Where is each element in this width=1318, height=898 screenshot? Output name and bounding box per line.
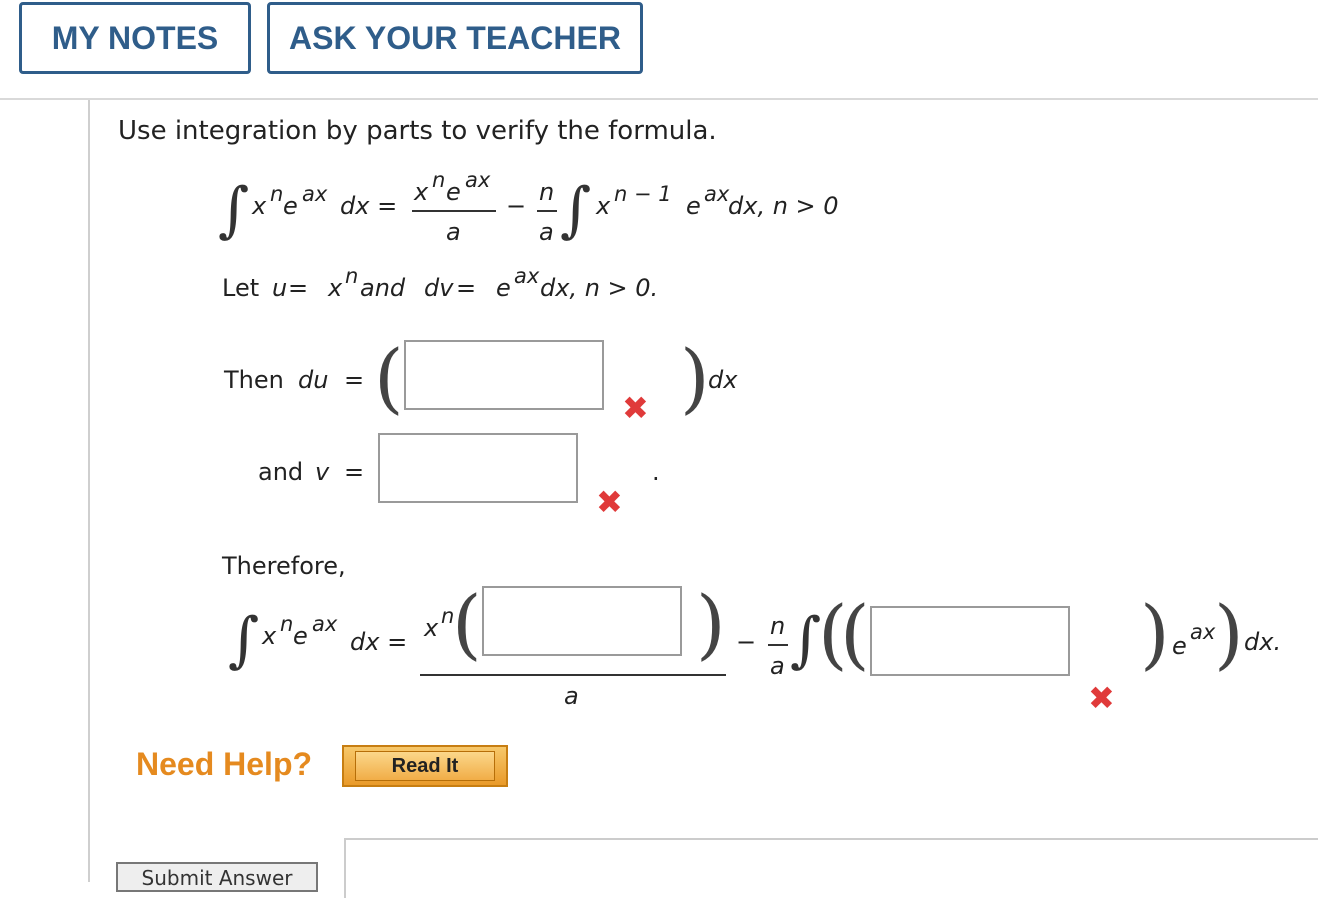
final-ax: ax (312, 612, 338, 636)
frac1-num-x: x (414, 178, 429, 206)
dv-var: dv (424, 274, 454, 302)
du-var: du (298, 366, 329, 394)
read-it-button[interactable]: Read It (342, 745, 508, 787)
final-x: x (262, 622, 277, 650)
final-e: e (293, 622, 308, 650)
ask-your-teacher-button[interactable]: ASK YOUR TEACHER (267, 2, 643, 74)
eq2: = (456, 274, 477, 302)
header-divider (0, 98, 1318, 100)
frac2-den: a (539, 218, 554, 246)
final-outer-close-paren: ) (1214, 589, 1244, 678)
final-integral-sign-2: ∫ (790, 605, 822, 675)
du-input[interactable] (404, 340, 604, 410)
final-dx-end: dx. (1244, 628, 1282, 656)
read-it-label: Read It (355, 751, 495, 781)
frac2-num: n (539, 178, 555, 206)
formula-dx-eq: dx = (340, 192, 398, 220)
final-frac-bar (768, 644, 788, 646)
and-v-text: and (258, 458, 304, 486)
formula-integrand-ax: ax (302, 182, 328, 206)
v-period: . (652, 458, 660, 486)
final-inner-close-paren: ) (1140, 589, 1170, 678)
final-inner-open-paren: ( (840, 589, 870, 678)
final-close-paren: ) (696, 579, 726, 668)
and-text: and (360, 274, 406, 302)
question-prompt: Use integration by parts to verify the f… (118, 116, 717, 146)
formula-integrand-n: n (270, 182, 284, 206)
frac2-bar (537, 210, 557, 212)
final-input-1[interactable] (482, 586, 682, 656)
xn-x: x (328, 274, 343, 302)
need-help-label: Need Help? (136, 746, 313, 782)
therefore-text: Therefore, (222, 552, 346, 580)
final-n: n (280, 612, 294, 636)
rhs-tail: dx, n > 0 (728, 192, 839, 220)
formula-integrand-e: e (283, 192, 298, 220)
frac1-num-ax: ax (465, 168, 491, 192)
du-close-paren: ) (680, 333, 710, 422)
xn-n: n (345, 264, 359, 288)
rhs-exp: n − 1 (614, 182, 672, 206)
integral-sign: ∫ (218, 175, 250, 245)
content-left-border (88, 100, 90, 882)
rhs-x: x (596, 192, 611, 220)
formula-minus: − (506, 192, 527, 220)
du-open-paren: ( (374, 333, 404, 422)
frac1-bar (412, 210, 496, 212)
bottom-panel (344, 838, 1318, 898)
frac1-den: a (446, 218, 461, 246)
du-eq: = (344, 366, 365, 394)
u-var: u (272, 274, 288, 302)
final-den: a (564, 682, 579, 710)
v-input[interactable] (378, 433, 578, 503)
final-fraction-bar (420, 674, 726, 676)
frac1-num-n: n (432, 168, 446, 192)
submit-answer-button[interactable]: Submit Answer (116, 862, 318, 892)
du-incorrect-icon: ✖ (622, 389, 649, 427)
final-incorrect-icon: ✖ (1088, 679, 1115, 717)
v-incorrect-icon: ✖ (596, 483, 623, 521)
v-var: v (315, 458, 330, 486)
my-notes-button[interactable]: MY NOTES (19, 2, 251, 74)
sub-tail: dx, n > 0. (540, 274, 659, 302)
final-open-paren: ( (452, 579, 482, 668)
final-num-x: x (424, 614, 439, 642)
formula-integrand-x: x (252, 192, 267, 220)
final-minus: − (736, 628, 757, 656)
final-frac-den: a (770, 652, 785, 680)
final-ax2: ax (1190, 620, 1216, 644)
du-dx: dx (708, 366, 738, 394)
exp-ax: ax (514, 264, 540, 288)
frac1-num-e: e (446, 178, 461, 206)
let-text: Let (222, 274, 260, 302)
rhs-ax: ax (704, 182, 730, 206)
then-text: Then (224, 366, 284, 394)
v-eq: = (344, 458, 365, 486)
final-integral-sign: ∫ (228, 605, 260, 675)
eq1: = (288, 274, 309, 302)
final-e2: e (1172, 632, 1187, 660)
final-dx-eq: dx = (350, 628, 408, 656)
rhs-e: e (686, 192, 701, 220)
final-frac-num: n (770, 612, 786, 640)
exp-e: e (496, 274, 511, 302)
final-input-2[interactable] (870, 606, 1070, 676)
integral-sign-2: ∫ (560, 175, 592, 245)
